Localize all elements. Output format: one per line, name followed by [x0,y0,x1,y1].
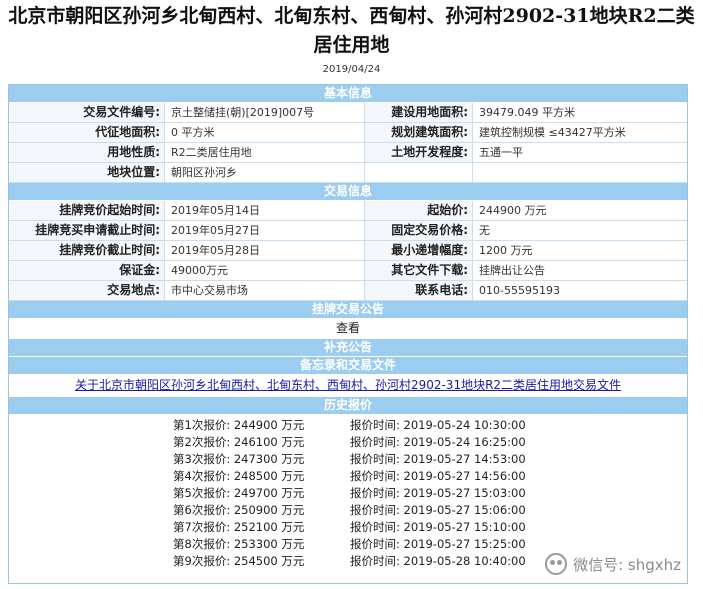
title-line-2: 居住用地 [313,34,390,56]
value-deposit: 49000万元 [164,261,364,280]
label-start-price: 起始价: [364,201,472,220]
label-development-level: 土地开发程度: [364,143,472,162]
value-site-area: 39479.049 平方米 [472,103,687,122]
empty-cell [472,163,687,182]
value-location: 朝阳区孙河乡 [164,163,364,182]
info-row: 地块位置: 朝阳区孙河乡 [9,163,687,183]
label-site-area: 建设用地面积: [364,103,472,122]
bid-time: 报价时间: 2019-05-24 10:30:00 [350,418,526,432]
section-memo-documents: 备忘录和交易文件 [9,357,687,374]
value-phone: 010-55595193 [472,281,687,300]
empty-cell [364,163,472,182]
bid-history-row: 第1次报价: 244900 万元 报价时间: 2019-05-24 10:30:… [9,417,687,434]
bid-history-row: 第2次报价: 246100 万元 报价时间: 2019-05-24 16:25:… [9,434,687,451]
view-notice-link[interactable]: 查看 [9,318,687,338]
bid-history-row: 第6次报价: 250900 万元 报价时间: 2019-05-27 15:06:… [9,502,687,519]
land-info-panel: 基本信息 交易文件编号: 京土整储挂(朝)[2019]007号 建设用地面积: … [8,84,688,584]
value-file-number: 京土整储挂(朝)[2019]007号 [164,103,364,122]
label-application-deadline: 挂牌竞买申请截止时间: [9,221,164,240]
bid-time: 报价时间: 2019-05-27 15:10:00 [350,520,526,534]
label-bid-end-time: 挂牌竞价截止时间: [9,241,164,260]
info-row: 交易文件编号: 京土整储挂(朝)[2019]007号 建设用地面积: 39479… [9,103,687,123]
bid-time: 报价时间: 2019-05-28 10:40:00 [350,554,526,568]
label-planned-floor-area: 规划建筑面积: [364,123,472,142]
bid-history-row: 第4次报价: 248500 万元 报价时间: 2019-05-27 14:56:… [9,468,687,485]
title-line-1: 北京市朝阳区孙河乡北甸西村、北甸东村、西甸村、孙河村2902-31地块R2二类 [8,5,695,27]
publish-date: 2019/04/24 [322,64,381,75]
value-land-use: R2二类居住用地 [164,143,364,162]
info-row: 用地性质: R2二类居住用地 土地开发程度: 五通一平 [9,143,687,163]
bid-time: 报价时间: 2019-05-27 14:53:00 [350,452,526,466]
value-bid-end-time: 2019年05月28日 [164,241,364,260]
wechat-icon [545,553,568,575]
bid-time: 报价时间: 2019-05-27 15:06:00 [350,503,526,517]
label-phone: 联系电话: [364,281,472,300]
bid-amount: 第1次报价: 244900 万元 [173,418,305,432]
section-basic-info: 基本信息 [9,85,687,102]
label-trade-location: 交易地点: [9,281,164,300]
bid-amount: 第7次报价: 252100 万元 [173,520,305,534]
value-trade-location: 市中心交易市场 [164,281,364,300]
info-row: 代征地面积: 0 平方米 规划建筑面积: 建筑控制规模 ≤43427平方米 [9,123,687,143]
bid-amount: 第5次报价: 249700 万元 [173,486,305,500]
bid-time: 报价时间: 2019-05-27 15:25:00 [350,537,526,551]
page-title: 北京市朝阳区孙河乡北甸西村、北甸东村、西甸村、孙河村2902-31地块R2二类 … [0,2,703,60]
label-deposit: 保证金: [9,261,164,280]
label-file-number: 交易文件编号: [9,103,164,122]
bid-amount: 第4次报价: 248500 万元 [173,469,305,483]
label-bid-start-time: 挂牌竞价起始时间: [9,201,164,220]
bid-amount: 第9次报价: 254500 万元 [173,554,305,568]
bid-time: 报价时间: 2019-05-27 15:03:00 [350,486,526,500]
value-min-increment: 1200 万元 [472,241,687,260]
label-levy-area: 代征地面积: [9,123,164,142]
section-listing-notice: 挂牌交易公告 [9,301,687,318]
bid-history-row: 第3次报价: 247300 万元 报价时间: 2019-05-27 14:53:… [9,451,687,468]
info-row: 保证金: 49000万元 其它文件下载: 挂牌出让公告 [9,261,687,281]
value-bid-start-time: 2019年05月14日 [164,201,364,220]
bid-amount: 第2次报价: 246100 万元 [173,435,305,449]
label-min-increment: 最小递增幅度: [364,241,472,260]
watermark-text: 微信号: shgxhz [573,555,681,574]
listing-notice-link[interactable]: 挂牌出让公告 [472,261,687,280]
bid-amount: 第6次报价: 250900 万元 [173,503,305,517]
label-location: 地块位置: [9,163,164,182]
value-application-deadline: 2019年05月27日 [164,221,364,240]
bid-history-row: 第8次报价: 253300 万元 报价时间: 2019-05-27 15:25:… [9,536,687,553]
bid-time: 报价时间: 2019-05-24 16:25:00 [350,435,526,449]
info-row: 挂牌竞价起始时间: 2019年05月14日 起始价: 244900 万元 [9,201,687,221]
bid-history-row: 第7次报价: 252100 万元 报价时间: 2019-05-27 15:10:… [9,519,687,536]
bid-amount: 第8次报价: 253300 万元 [173,537,305,551]
section-trade-info: 交易信息 [9,183,687,200]
info-row: 挂牌竞买申请截止时间: 2019年05月27日 固定交易价格: 无 [9,221,687,241]
value-fixed-price: 无 [472,221,687,240]
value-development-level: 五通一平 [472,143,687,162]
info-row: 挂牌竞价截止时间: 2019年05月28日 最小递增幅度: 1200 万元 [9,241,687,261]
trade-document-link[interactable]: 关于北京市朝阳区孙河乡北甸西村、北甸东村、西甸村、孙河村2902-31地块R2二… [75,378,621,392]
value-planned-floor-area: 建筑控制规模 ≤43427平方米 [472,123,687,142]
value-levy-area: 0 平方米 [164,123,364,142]
bid-amount: 第3次报价: 247300 万元 [173,452,305,466]
label-fixed-price: 固定交易价格: [364,221,472,240]
section-bid-history: 历史报价 [9,397,687,414]
value-start-price: 244900 万元 [472,201,687,220]
label-land-use: 用地性质: [9,143,164,162]
info-row: 交易地点: 市中心交易市场 联系电话: 010-55595193 [9,281,687,301]
label-other-downloads: 其它文件下载: [364,261,472,280]
section-supplement: 补充公告 [9,339,687,356]
bid-history-row: 第5次报价: 249700 万元 报价时间: 2019-05-27 15:03:… [9,485,687,502]
doc-link-row: 关于北京市朝阳区孙河乡北甸西村、北甸东村、西甸村、孙河村2902-31地块R2二… [9,375,687,395]
bid-time: 报价时间: 2019-05-27 14:56:00 [350,469,526,483]
wechat-watermark: 微信号: shgxhz [545,553,681,575]
